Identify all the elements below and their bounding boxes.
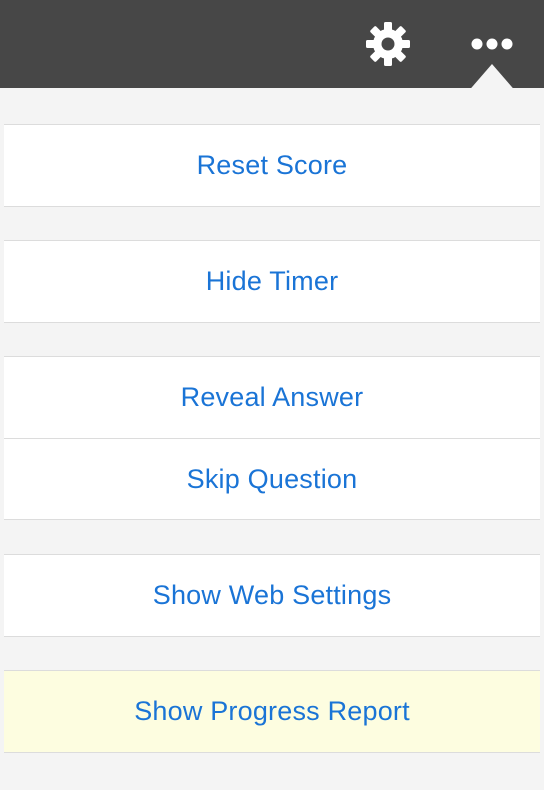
top-toolbar: [0, 0, 544, 88]
hide-timer-button[interactable]: Hide Timer: [4, 241, 540, 322]
menu-group-web: Show Web Settings: [4, 554, 540, 637]
settings-button[interactable]: [364, 22, 412, 66]
gear-icon: [366, 22, 410, 66]
menu-group-timer: Hide Timer: [4, 240, 540, 323]
show-progress-report-button[interactable]: Show Progress Report: [4, 671, 540, 752]
options-popover: Reset Score Hide Timer Reveal Answer Ski…: [4, 92, 540, 790]
skip-question-button[interactable]: Skip Question: [4, 438, 540, 519]
menu-group-question: Reveal Answer Skip Question: [4, 356, 540, 520]
reset-score-button[interactable]: Reset Score: [4, 125, 540, 206]
menu-group-score: Reset Score: [4, 124, 540, 207]
menu-group-progress: Show Progress Report: [4, 670, 540, 753]
more-dots-icon: [471, 38, 513, 50]
more-options-button[interactable]: [468, 22, 516, 66]
show-web-settings-button[interactable]: Show Web Settings: [4, 555, 540, 636]
reveal-answer-button[interactable]: Reveal Answer: [4, 357, 540, 438]
popover-arrow: [466, 64, 518, 94]
